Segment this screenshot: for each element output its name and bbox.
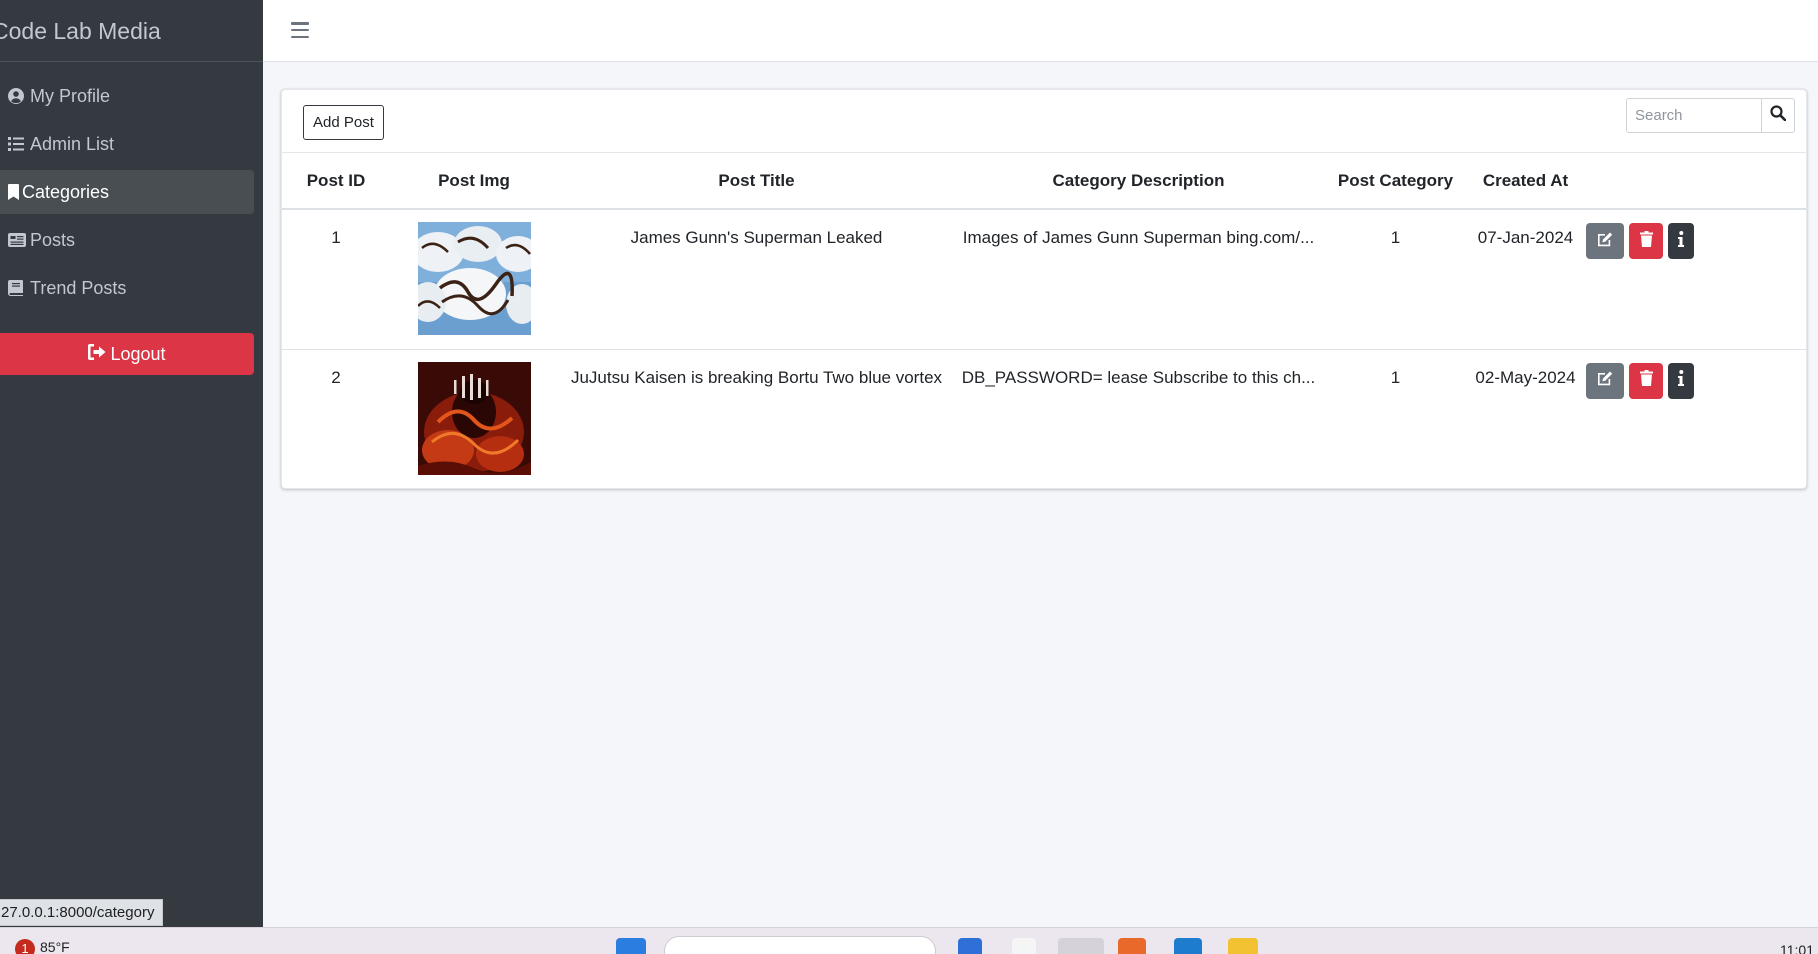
cell-post-title: JuJutsu Kaisen is breaking Bortu Two blu… xyxy=(570,367,943,387)
posts-table: Post ID Post Img Post Title Category Des… xyxy=(282,153,1806,489)
column-header-post-category[interactable]: Post Category xyxy=(1322,153,1469,210)
sidebar-item-label: Trend Posts xyxy=(30,277,127,298)
column-header-category-description[interactable]: Category Description xyxy=(955,153,1322,210)
sidebar-item-label: Categories xyxy=(22,181,110,202)
delete-button[interactable] xyxy=(1629,362,1663,399)
table-header-row: Post ID Post Img Post Title Category Des… xyxy=(282,153,1806,210)
app-icon-1[interactable] xyxy=(958,938,982,954)
weather-temperature[interactable]: 85°F xyxy=(40,939,70,954)
notification-badge: 1 xyxy=(15,939,35,954)
add-post-button[interactable]: Add Post xyxy=(303,105,384,140)
cell-actions xyxy=(1582,349,1806,489)
sign-out-icon xyxy=(88,343,110,365)
sidebar-item-trend-posts[interactable]: Trend Posts xyxy=(0,266,254,310)
search-icon xyxy=(1770,105,1787,126)
card-header: Add Post xyxy=(282,90,1806,153)
logout-label: Logout xyxy=(110,343,166,364)
edit-icon xyxy=(1597,370,1614,391)
search-button[interactable] xyxy=(1761,98,1795,133)
cell-category-description: Images of James Gunn Superman bing.com/.… xyxy=(955,209,1322,350)
info-icon xyxy=(1678,230,1684,252)
brand-title[interactable]: Code Lab Media xyxy=(0,0,263,62)
info-icon xyxy=(1678,370,1684,391)
user-circle-icon xyxy=(8,88,30,104)
sidebar-item-label: My Profile xyxy=(30,85,111,106)
info-button[interactable] xyxy=(1668,362,1694,399)
column-header-post-title[interactable]: Post Title xyxy=(558,153,955,210)
status-bar-url: 27.0.0.1:8000/category xyxy=(0,899,164,926)
cell-category-description: DB_PASSWORD= lease Subscribe to this ch.… xyxy=(961,367,1316,387)
sidebar-item-categories[interactable]: Categories xyxy=(0,170,254,214)
column-header-post-id[interactable]: Post ID xyxy=(282,153,390,210)
cell-post-img xyxy=(390,209,558,350)
menu-toggle-icon[interactable] xyxy=(289,20,311,40)
app-icon-2[interactable] xyxy=(1012,938,1036,954)
cell-created-at: 02-May-2024 xyxy=(1475,367,1576,387)
logout-button[interactable]: Logout xyxy=(0,333,254,375)
taskbar-clock[interactable]: 11:01 xyxy=(1780,942,1814,954)
sidebar: Code Lab Media My Profile Admin List Cat… xyxy=(0,0,263,927)
edit-button[interactable] xyxy=(1586,362,1624,399)
trash-icon xyxy=(1639,370,1653,391)
edit-button[interactable] xyxy=(1586,223,1624,259)
edge-browser-icon[interactable] xyxy=(1058,938,1104,954)
file-explorer-icon[interactable] xyxy=(1228,938,1258,954)
column-header-created-at[interactable]: Created At xyxy=(1469,153,1582,210)
post-thumbnail-image xyxy=(417,222,531,335)
windows-start-icon[interactable] xyxy=(616,938,646,954)
cell-post-id: 2 xyxy=(331,367,341,387)
cell-post-title: James Gunn's Superman Leaked xyxy=(558,209,955,350)
vscode-icon[interactable] xyxy=(1174,938,1202,954)
book-icon xyxy=(8,280,30,296)
cell-post-id: 1 xyxy=(282,209,390,350)
post-thumbnail-image xyxy=(417,361,531,475)
top-navbar xyxy=(263,0,1818,62)
info-button[interactable] xyxy=(1668,223,1694,259)
column-header-post-img[interactable]: Post Img xyxy=(390,153,558,210)
cell-post-img xyxy=(390,349,558,489)
column-header-actions xyxy=(1582,153,1806,210)
sidebar-item-label: Posts xyxy=(30,229,76,250)
edit-icon xyxy=(1597,231,1614,252)
trash-icon xyxy=(1639,230,1653,252)
cell-post-category: 1 xyxy=(1390,367,1401,387)
app-icon-3[interactable] xyxy=(1118,938,1146,954)
sidebar-item-label: Admin List xyxy=(30,133,115,154)
cell-post-category: 1 xyxy=(1322,209,1469,350)
table-row: 2 JuJutsu Kaisen is breaking Bortu Two b… xyxy=(282,349,1806,489)
sidebar-item-my-profile[interactable]: My Profile xyxy=(0,74,254,118)
taskbar-search-box[interactable] xyxy=(664,936,936,954)
sidebar-item-admin-list[interactable]: Admin List xyxy=(0,122,254,166)
cell-actions xyxy=(1582,209,1806,350)
newspaper-icon xyxy=(8,233,30,247)
table-row: 1 James Gunn's Superman Leaked Images of… xyxy=(282,209,1806,350)
list-icon xyxy=(8,137,30,151)
delete-button[interactable] xyxy=(1629,223,1663,259)
sidebar-nav: My Profile Admin List Categories Posts T… xyxy=(0,62,263,310)
posts-card: Add Post Post ID Post Img Post Title Cat… xyxy=(281,89,1807,489)
cell-created-at: 07-Jan-2024 xyxy=(1469,209,1582,350)
sidebar-item-posts[interactable]: Posts xyxy=(0,218,254,262)
bookmark-icon xyxy=(8,184,22,200)
os-taskbar: 1 85°F 11:01 xyxy=(0,927,1818,954)
search-group xyxy=(1626,98,1795,133)
search-input[interactable] xyxy=(1626,98,1761,133)
